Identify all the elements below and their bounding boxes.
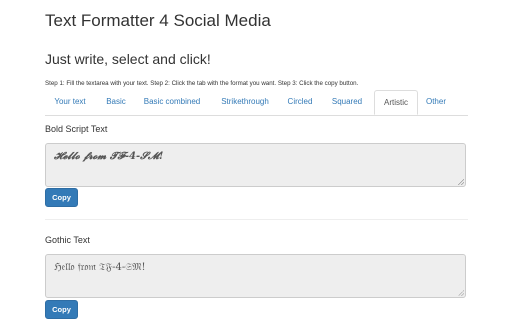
format-tabs: Your text Basic Basic combined Strikethr… <box>45 90 468 116</box>
bold-script-label: Bold Script Text <box>45 124 108 134</box>
instructions-text: Step 1: Fill the textarea with your text… <box>45 80 359 87</box>
tab-artistic[interactable]: Artistic <box>374 90 418 115</box>
bold-script-output: 𝓗𝓮𝓵𝓵𝓸 𝓯𝓻𝓸𝓶 𝓣𝓕-4-𝓢𝓜! <box>54 151 164 162</box>
tab-basic-combined[interactable]: Basic combined <box>140 90 204 114</box>
resize-grip-icon[interactable] <box>458 179 464 185</box>
bold-script-textarea[interactable]: 𝓗𝓮𝓵𝓵𝓸 𝓯𝓻𝓸𝓶 𝓣𝓕-4-𝓢𝓜! <box>45 143 466 187</box>
tab-other[interactable]: Other <box>422 90 450 114</box>
gothic-textarea[interactable]: ℌ𝔢𝔩𝔩𝔬 𝔣𝔯𝔬𝔪 𝔗𝔉-4-𝔖𝔐! <box>45 254 466 298</box>
resize-grip-icon[interactable] <box>458 290 464 296</box>
copy-bold-script-button[interactable]: Copy <box>45 188 78 207</box>
app-title: Text Formatter 4 Social Media <box>45 11 271 30</box>
copy-gothic-button[interactable]: Copy <box>45 300 78 319</box>
tab-your-text[interactable]: Your text <box>45 90 95 114</box>
intro-heading: Just write, select and click! <box>45 51 211 67</box>
tab-basic[interactable]: Basic <box>100 90 132 114</box>
tab-strikethrough[interactable]: Strikethrough <box>217 90 273 114</box>
section-divider <box>45 219 468 220</box>
gothic-label: Gothic Text <box>45 235 90 245</box>
tab-squared[interactable]: Squared <box>328 90 366 114</box>
gothic-output: ℌ𝔢𝔩𝔩𝔬 𝔣𝔯𝔬𝔪 𝔗𝔉-4-𝔖𝔐! <box>54 262 146 273</box>
tab-circled[interactable]: Circled <box>285 90 315 114</box>
